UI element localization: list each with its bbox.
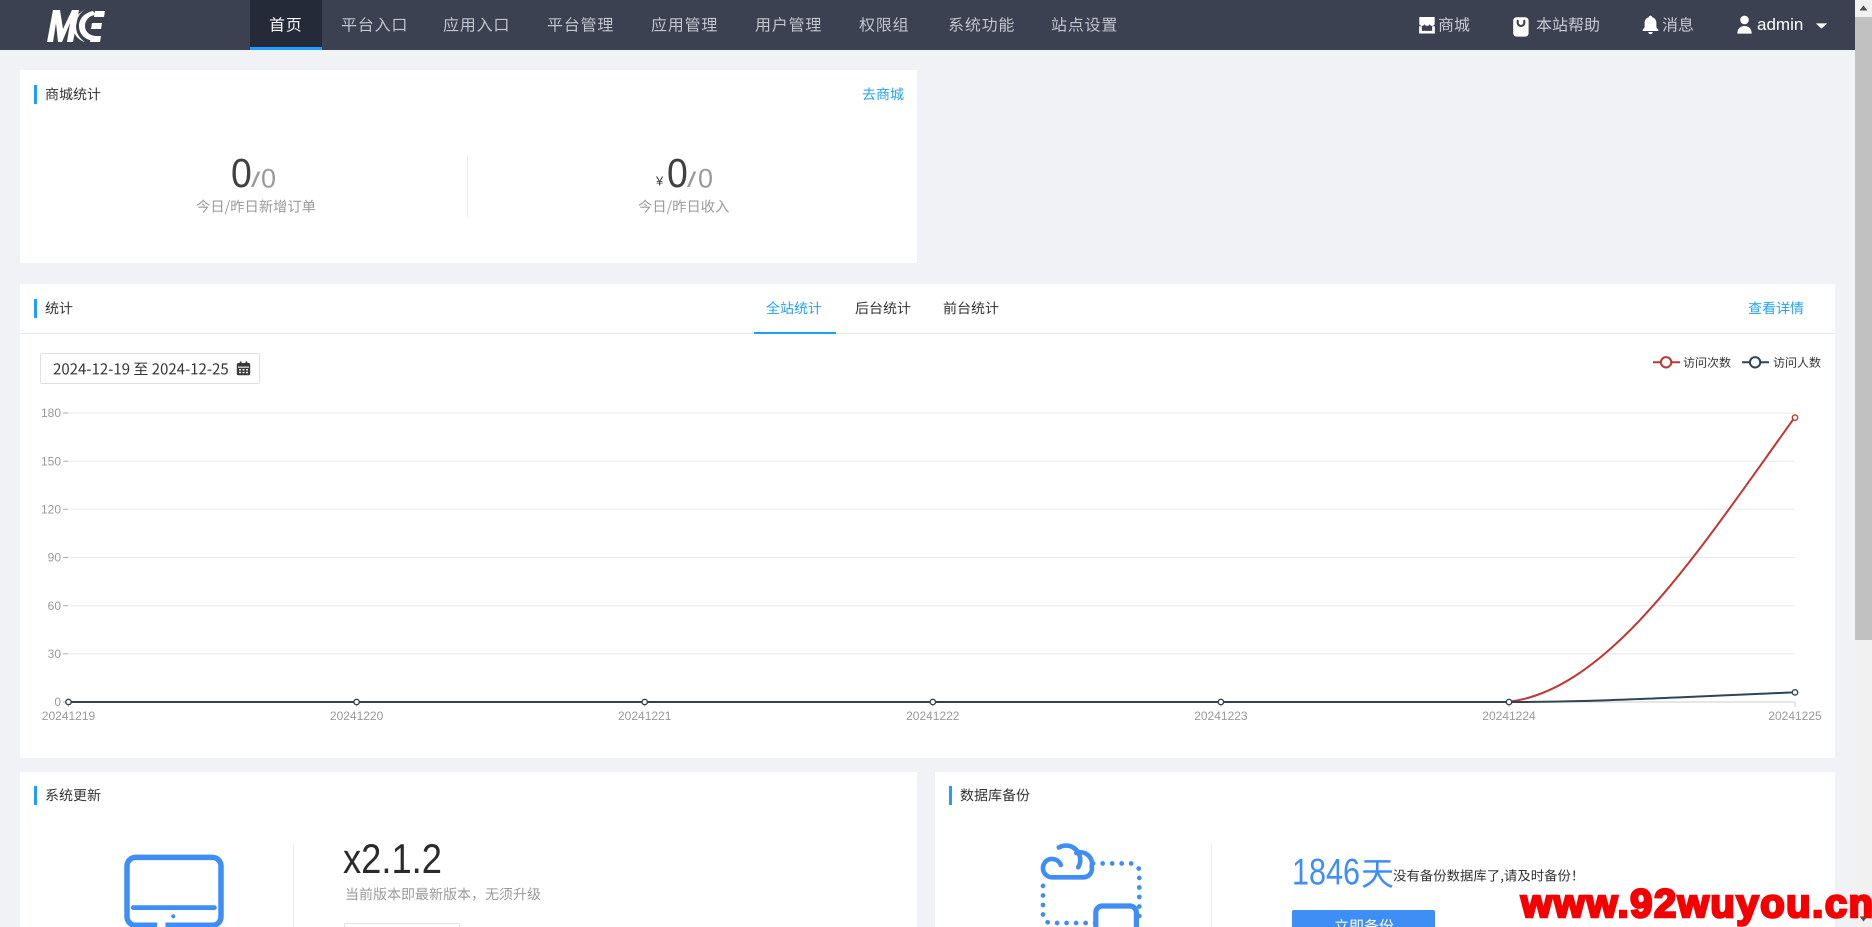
svg-text:90: 90 xyxy=(48,551,62,565)
svg-text:30: 30 xyxy=(48,647,62,661)
svg-text:0: 0 xyxy=(667,150,688,196)
svg-text:www.92wuyou.cn: www.92wuyou.cn xyxy=(1520,882,1872,926)
svg-text:180: 180 xyxy=(41,406,61,420)
svg-text:60: 60 xyxy=(48,599,62,613)
svg-text:150: 150 xyxy=(41,454,61,468)
svg-text:20241222: 20241222 xyxy=(906,709,960,723)
svg-text:0: 0 xyxy=(261,163,276,193)
svg-text:/: / xyxy=(251,169,261,192)
svg-text:20241223: 20241223 xyxy=(1194,709,1248,723)
svg-text:0: 0 xyxy=(54,695,61,709)
svg-text:1846: 1846 xyxy=(1292,851,1360,892)
svg-text:20241221: 20241221 xyxy=(618,709,672,723)
svg-text:20241224: 20241224 xyxy=(1482,709,1536,723)
svg-text:0: 0 xyxy=(698,163,713,193)
svg-text:/: / xyxy=(687,169,697,192)
svg-text:0: 0 xyxy=(231,150,252,196)
svg-text:¥: ¥ xyxy=(655,174,664,189)
svg-text:120: 120 xyxy=(41,503,61,517)
svg-text:20241219: 20241219 xyxy=(42,709,96,723)
svg-text:20241225: 20241225 xyxy=(1768,709,1822,723)
svg-text:x2.1.2: x2.1.2 xyxy=(343,835,442,882)
svg-text:20241220: 20241220 xyxy=(330,709,384,723)
